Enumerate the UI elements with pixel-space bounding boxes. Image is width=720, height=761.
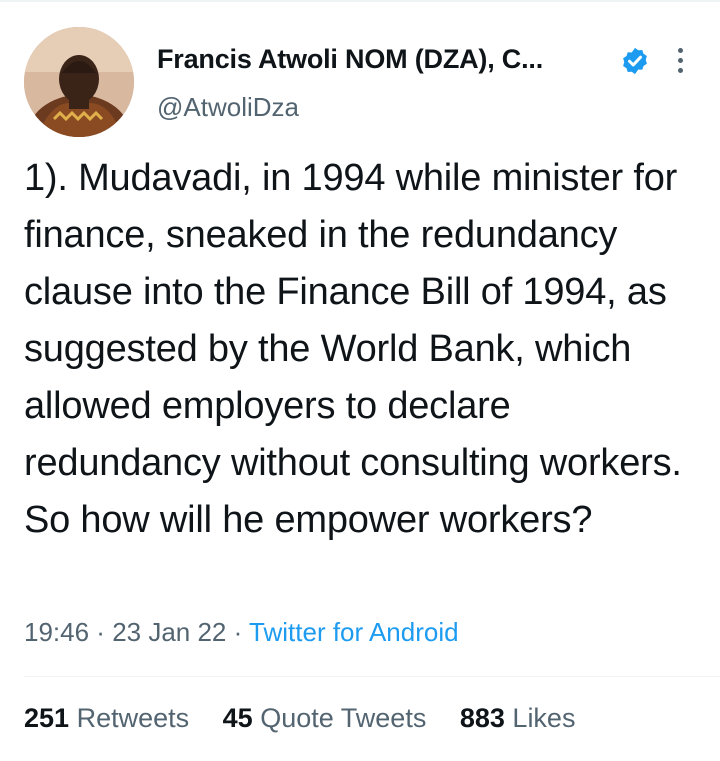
tweet-text: 1). Mudavadi, in 1994 while minister for… bbox=[24, 157, 682, 541]
tweet-stats: 251 Retweets 45 Quote Tweets 883 Likes bbox=[24, 703, 575, 734]
retweets-label: Retweets bbox=[76, 703, 190, 733]
retweets-count: 251 bbox=[24, 703, 70, 733]
tweet-detail: Francis Atwoli NOM (DZA), C... @AtwoliDz… bbox=[0, 0, 720, 761]
author-handle[interactable]: @AtwoliDza bbox=[157, 92, 299, 123]
tweet-time[interactable]: 19:46 bbox=[24, 617, 89, 647]
meta-separator: · bbox=[89, 617, 113, 647]
tweet-meta: 19:46 · 23 Jan 22 · Twitter for Android bbox=[24, 617, 459, 648]
stats-top-divider bbox=[24, 676, 720, 677]
tweet-date[interactable]: 23 Jan 22 bbox=[112, 617, 226, 647]
profile-photo-icon bbox=[24, 27, 134, 137]
more-options-icon[interactable] bbox=[670, 44, 690, 80]
retweets-stat[interactable]: 251 Retweets bbox=[24, 703, 189, 734]
avatar[interactable] bbox=[24, 27, 134, 137]
likes-stat[interactable]: 883 Likes bbox=[460, 703, 576, 734]
quote-tweets-count: 45 bbox=[222, 703, 253, 733]
quote-tweets-stat[interactable]: 45 Quote Tweets bbox=[223, 703, 427, 734]
meta-separator: · bbox=[226, 617, 250, 647]
author-name[interactable]: Francis Atwoli NOM (DZA), C... bbox=[157, 44, 543, 75]
top-divider bbox=[0, 0, 720, 2]
verified-badge-icon bbox=[620, 46, 650, 76]
likes-label: Likes bbox=[512, 703, 576, 733]
quote-tweets-label: Quote Tweets bbox=[260, 703, 427, 733]
likes-count: 883 bbox=[459, 703, 505, 733]
tweet-source-link[interactable]: Twitter for Android bbox=[249, 617, 459, 647]
